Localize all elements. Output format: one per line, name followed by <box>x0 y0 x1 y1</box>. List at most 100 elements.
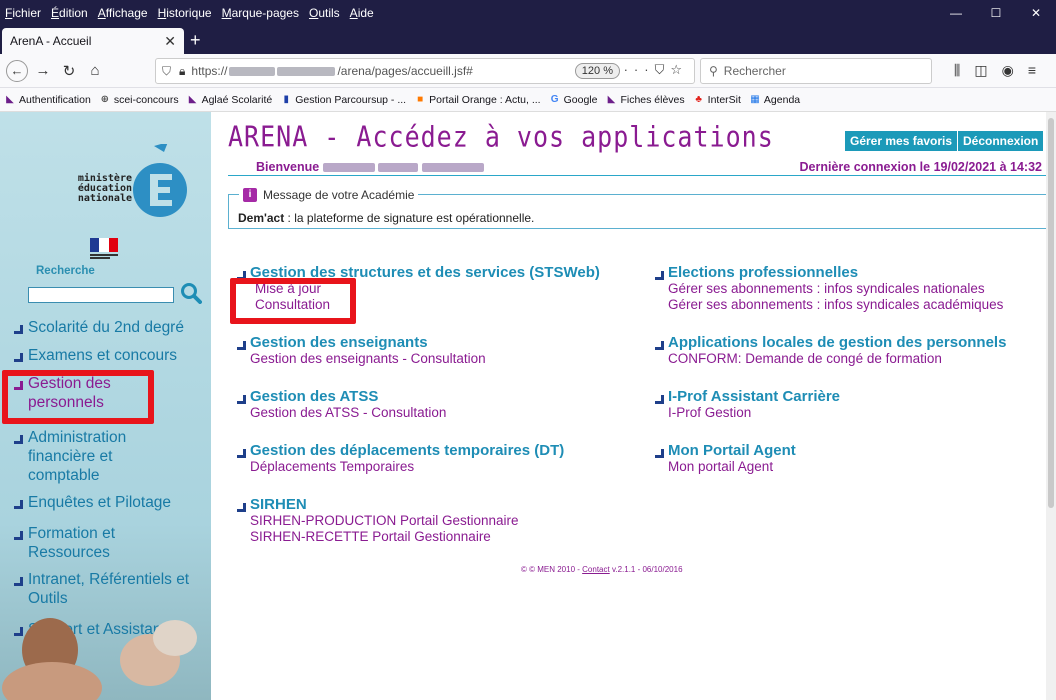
toolbar-icons: ⫼◫◉≡ <box>954 62 1050 79</box>
bookmark-item[interactable]: ▦ Agenda <box>749 94 800 106</box>
arrow-icon <box>233 442 250 459</box>
bookmark-label: Portail Orange : Actu, ... <box>429 93 541 106</box>
section-link[interactable]: Mon portail Agent <box>668 459 796 475</box>
menu-outils[interactable]: Outils <box>304 6 345 20</box>
sidebar-search-input[interactable] <box>28 287 174 303</box>
app-section: I-Prof Assistant Carrière I-Prof Gestion <box>651 388 840 421</box>
section-link[interactable]: CONFORM: Demande de congé de formation <box>668 351 1006 367</box>
new-tab-icon[interactable]: + <box>190 30 201 51</box>
back-arrow-icon[interactable]: ← <box>6 59 28 82</box>
lock-icon[interactable]: 🔒︎ <box>179 64 185 79</box>
arrow-icon <box>10 346 28 365</box>
minimize-icon[interactable]: — <box>936 0 976 26</box>
logout-button[interactable]: Déconnexion <box>958 131 1044 151</box>
bookmark-item[interactable]: ◣ Fiches élèves <box>605 94 685 106</box>
search-bar[interactable]: ⚲ Rechercher <box>700 58 932 84</box>
tab-arena-accueil[interactable]: ArenA - Accueil ✕ <box>2 28 184 54</box>
bookmark-label: Aglaé Scolarité <box>201 93 273 106</box>
section-link[interactable]: Gestion des enseignants - Consultation <box>250 351 486 367</box>
arrow-icon <box>651 334 668 351</box>
manage-favorites-button[interactable]: Gérer mes favoris <box>845 131 958 151</box>
menu-historique[interactable]: Historique <box>153 6 217 20</box>
menu-affichage[interactable]: Affichage <box>93 6 153 20</box>
arrow-icon <box>10 428 28 485</box>
logo-text: ministère éducation nationale <box>77 173 132 204</box>
section-link[interactable]: Gérer ses abonnements : infos syndicales… <box>668 297 1003 313</box>
info-icon: i <box>243 188 257 202</box>
reload-icon[interactable]: ↻ <box>58 62 80 80</box>
menu-aide[interactable]: Aide <box>345 6 379 20</box>
section-title[interactable]: Mon Portail Agent <box>651 442 796 459</box>
sidebar-item-label: Administration financière et comptable <box>28 429 127 484</box>
sidebar-item-2[interactable]: Examens et concours <box>10 346 210 365</box>
sidebar-item-5[interactable]: Enquêtes et Pilotage <box>10 493 210 512</box>
home-icon[interactable]: ⌂ <box>84 62 106 79</box>
section-link[interactable]: Déplacements Temporaires <box>250 459 564 475</box>
redacted-url-part <box>277 66 336 76</box>
section-title-text: SIRHEN <box>250 496 307 513</box>
bookmark-label: Google <box>563 93 598 106</box>
section-title[interactable]: Elections professionnelles <box>651 264 1003 281</box>
arrow-icon <box>651 442 668 459</box>
account-icon[interactable]: ◉ <box>1002 62 1028 78</box>
url-bar[interactable]: ⛉ 🔒︎ https:// /arena/pages/accueill.jsf#… <box>155 58 695 84</box>
bookmark-item[interactable]: ⊕ scei-concours <box>99 94 179 106</box>
arrow-icon <box>10 524 28 562</box>
maximize-icon[interactable]: ☐ <box>976 0 1016 26</box>
section-link[interactable]: I-Prof Gestion <box>668 405 840 421</box>
menu-fichier[interactable]: Fichier <box>0 6 46 20</box>
contact-link[interactable]: Contact <box>582 565 610 574</box>
section-title-text: Mon Portail Agent <box>668 442 796 459</box>
shield-icon[interactable]: ⛉ <box>162 64 171 79</box>
library-icon[interactable]: ⫼ <box>954 62 974 78</box>
forward-arrow-icon[interactable]: → <box>32 62 54 79</box>
section-link[interactable]: Gérer ses abonnements : infos syndicales… <box>668 281 1003 297</box>
hamburger-menu-icon[interactable]: ≡ <box>1028 62 1050 78</box>
redacted-name <box>322 163 375 173</box>
bookmark-item[interactable]: ◣ Authentification <box>4 94 91 106</box>
e-logo-icon <box>133 144 187 217</box>
magnifier-icon[interactable] <box>180 282 202 304</box>
arrow-icon <box>651 264 668 281</box>
app-section: Mon Portail Agent Mon portail Agent <box>651 442 796 475</box>
scroll-thumb[interactable] <box>1048 118 1054 508</box>
tab-close-icon[interactable]: ✕ <box>164 33 176 50</box>
bookmark-item[interactable]: ♣ InterSit <box>693 94 741 106</box>
zoom-badge[interactable]: 120 % <box>574 63 620 79</box>
bookmark-label: scei-concours <box>113 93 179 106</box>
footer: © © MEN 2010 - Contact v.2.1.1 - 06/10/2… <box>521 565 683 574</box>
bookmark-star-icon[interactable]: ☆ <box>670 62 688 77</box>
last-login: Dernière connexion le 19/02/2021 à 14:32 <box>799 160 1043 174</box>
section-title[interactable]: Gestion des déplacements temporaires (DT… <box>233 442 564 459</box>
section-link[interactable]: SIRHEN-RECETTE Portail Gestionnaire <box>250 529 519 545</box>
bookmark-item[interactable]: G Google <box>549 94 598 106</box>
menu-edition[interactable]: Édition <box>46 6 93 20</box>
bookmark-item[interactable]: ▮ Gestion Parcoursup - ... <box>280 94 406 106</box>
section-title-text: I-Prof Assistant Carrière <box>668 388 841 405</box>
people-illustration <box>2 618 197 700</box>
more-actions-icon[interactable]: ··· <box>624 62 655 77</box>
google-icon: G <box>550 93 559 105</box>
tab-title: ArenA - Accueil <box>10 34 92 48</box>
section-title[interactable]: Gestion des enseignants <box>233 334 486 351</box>
section-link[interactable]: Gestion des ATSS - Consultation <box>250 405 446 421</box>
browser-menubar: Fichier Édition Affichage Historique Mar… <box>0 0 1056 26</box>
sidebar-item-4[interactable]: Administration financière et comptable <box>10 428 150 485</box>
section-title[interactable]: Applications locales de gestion des pers… <box>651 334 1006 351</box>
sidebar-item-1[interactable]: Scolarité du 2nd degré <box>10 318 210 337</box>
sidebar-toggle-icon[interactable]: ◫ <box>974 62 1001 78</box>
section-link[interactable]: SIRHEN-PRODUCTION Portail Gestionnaire <box>250 513 519 529</box>
sidebar-item-6[interactable]: Formation et Ressources <box>10 524 140 562</box>
page-scrollbar[interactable] <box>1046 112 1056 700</box>
section-title[interactable]: SIRHEN <box>233 496 519 513</box>
arena-page: ministère éducation nationale Recherche <box>0 112 1056 700</box>
section-title[interactable]: Gestion des ATSS <box>233 388 446 405</box>
section-title[interactable]: I-Prof Assistant Carrière <box>651 388 840 405</box>
menu-marque-pages[interactable]: Marque-pages <box>217 6 304 20</box>
close-window-icon[interactable]: ✕ <box>1016 0 1056 26</box>
academy-message-box: i Message de votre Académie Dem'act : la… <box>228 188 1048 229</box>
pocket-icon[interactable]: ⛉ <box>655 62 671 77</box>
bookmark-item[interactable]: ◣ Aglaé Scolarité <box>187 93 273 106</box>
bookmark-item[interactable]: ■ Portail Orange : Actu, ... <box>414 93 541 106</box>
sidebar-item-label: Scolarité du 2nd degré <box>28 319 184 336</box>
